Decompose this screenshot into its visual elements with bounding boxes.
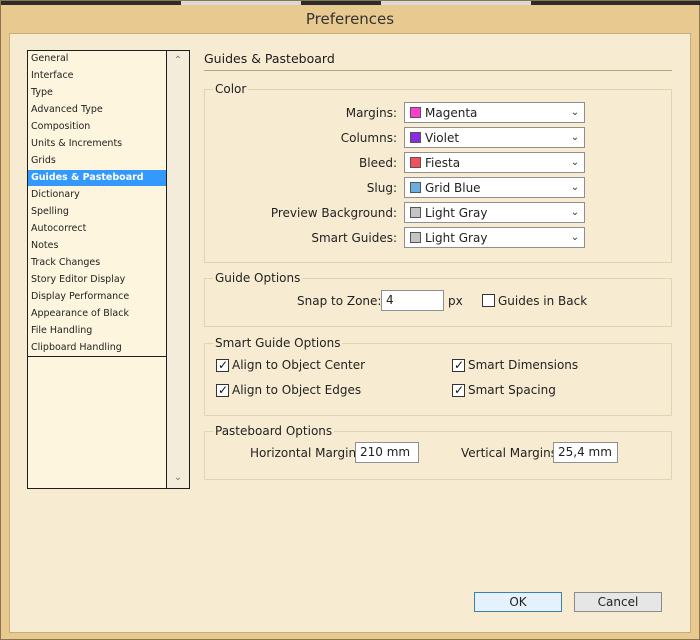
color-swatch [410,232,421,243]
sidebar-item-clipboard-handling[interactable]: Clipboard Handling [28,340,166,356]
chevron-down-icon[interactable]: ⌄ [566,178,584,197]
page-title: Guides & Pasteboard [204,51,335,66]
sidebar-item-story-editor-display[interactable]: Story Editor Display [28,272,166,288]
sidebar-item-composition[interactable]: Composition [28,119,166,135]
preferences-window: Preferences General Interface Type Advanced… [0,0,700,640]
title-divider [204,70,672,71]
color-dropdown-1[interactable]: Violet ⌄ [404,127,585,148]
color-label-grid-blue: Slug: [366,181,397,195]
category-scrollbar[interactable]: ⌃ ⌄ [167,51,189,488]
snap-to-zone-label: Snap to Zone: [297,294,382,308]
dialog-body: General Interface Type Advanced Type Composi… [9,33,691,633]
dropdown-value: Fiesta [425,156,461,170]
sidebar-item-track-changes[interactable]: Track Changes [28,255,166,271]
color-dropdown-4[interactable]: Light Gray ⌄ [404,202,585,223]
horizontal-margins-label: Horizontal Margins: [250,446,367,460]
sidebar-item-autocorrect[interactable]: Autocorrect [28,221,166,237]
dropdown-value: Magenta [425,106,478,120]
color-swatch [410,207,421,218]
color-legend: Color [213,82,249,96]
sidebar-item-dictionary[interactable]: Dictionary [28,187,166,203]
sidebar-item-general[interactable]: General [28,51,166,67]
sidebar-item-grids[interactable]: Grids [28,153,166,169]
color-swatch [410,132,421,143]
sidebar-item-spelling[interactable]: Spelling [28,204,166,220]
chevron-down-icon[interactable]: ⌄ [167,470,189,486]
color-label-magenta: Margins: [345,106,397,120]
dropdown-value: Grid Blue [425,181,481,195]
smart-spacing-label: Smart Spacing [468,383,556,397]
sidebar-item-units-increments[interactable]: Units & Increments [28,136,166,152]
cancel-button[interactable]: Cancel [574,592,662,612]
horizontal-margins-input[interactable]: 210 mm [355,442,419,463]
color-label-light-gray: Smart Guides: [311,231,397,245]
sidebar-item-appearance-of-black[interactable]: Appearance of Black [28,306,166,322]
category-list[interactable]: General Interface Type Advanced Type Composi… [27,50,190,489]
guides-in-back-checkbox[interactable] [482,294,495,307]
chevron-down-icon[interactable]: ⌄ [566,128,584,147]
vertical-margins-input[interactable]: 25,4 mm [553,442,618,463]
color-label-fiesta: Bleed: [359,156,397,170]
dropdown-value: Violet [425,131,460,145]
sidebar-item-guides-pasteboard[interactable]: Guides & Pasteboard [28,170,166,186]
guide-options-legend: Guide Options [213,271,303,285]
snap-to-zone-input[interactable]: 4 [381,290,444,311]
vertical-margins-label: Vertical Margins: [461,446,562,460]
color-swatch [410,182,421,193]
checkmark-icon: ✓ [218,358,229,372]
sidebar-item-type[interactable]: Type [28,85,166,101]
align-center-label: Align to Object Center [232,358,366,372]
sidebar-item-interface[interactable]: Interface [28,68,166,84]
sidebar-item-file-handling[interactable]: File Handling [28,323,166,339]
color-swatch [410,107,421,118]
chevron-down-icon[interactable]: ⌄ [566,228,584,247]
chevron-down-icon[interactable]: ⌄ [566,103,584,122]
color-dropdown-3[interactable]: Grid Blue ⌄ [404,177,585,198]
align-center-checkbox[interactable]: ✓ [216,358,229,372]
sidebar-item-display-performance[interactable]: Display Performance [28,289,166,305]
dropdown-value: Light Gray [425,231,488,245]
color-swatch [410,157,421,168]
snap-unit-label: px [448,294,463,308]
smart-guide-options-legend: Smart Guide Options [213,336,343,350]
dropdown-value: Light Gray [425,206,488,220]
sidebar-item-notes[interactable]: Notes [28,238,166,254]
color-label-violet: Columns: [340,131,397,145]
dialog-title: Preferences [305,10,395,28]
chevron-down-icon[interactable]: ⌄ [566,153,584,172]
checkmark-icon: ✓ [454,358,465,372]
pasteboard-options-legend: Pasteboard Options [213,424,335,438]
checkmark-icon: ✓ [454,383,465,397]
smart-spacing-checkbox[interactable]: ✓ [452,383,465,397]
color-dropdown-2[interactable]: Fiesta ⌄ [404,152,585,173]
align-edges-label: Align to Object Edges [232,383,362,397]
list-divider [28,356,166,357]
color-dropdown-0[interactable]: Magenta ⌄ [404,102,585,123]
smart-guide-options-group: Smart Guide Options [204,336,672,416]
chevron-down-icon[interactable]: ⌄ [566,203,584,222]
smart-dimensions-checkbox[interactable]: ✓ [452,358,465,372]
color-dropdown-5[interactable]: Light Gray ⌄ [404,227,585,248]
ok-button[interactable]: OK [474,592,562,612]
align-edges-checkbox[interactable]: ✓ [216,383,229,397]
chevron-up-icon[interactable]: ⌃ [167,53,189,69]
color-label-light-gray: Preview Background: [270,206,397,220]
sidebar-item-advanced-type[interactable]: Advanced Type [28,102,166,118]
guides-in-back-label: Guides in Back [498,294,588,308]
smart-dimensions-label: Smart Dimensions [468,358,579,372]
checkmark-icon: ✓ [218,383,229,397]
